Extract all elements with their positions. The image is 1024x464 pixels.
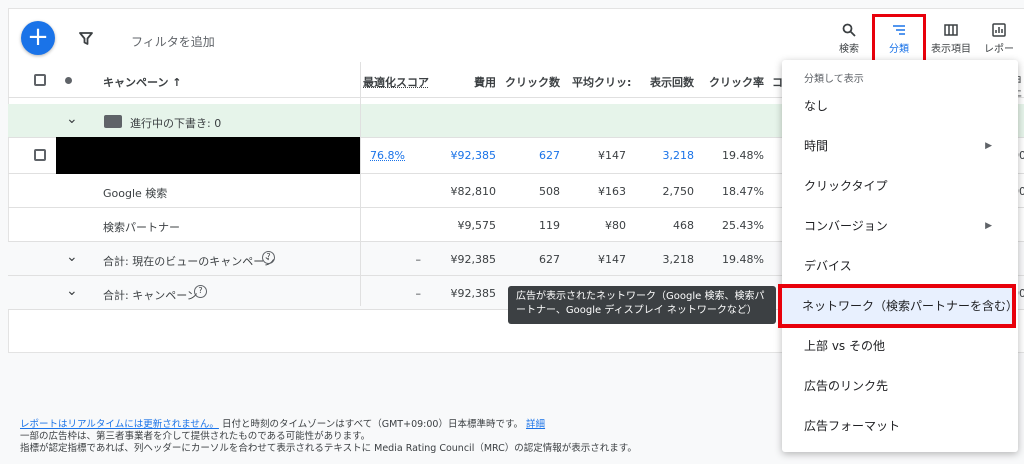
clicks-value: 119 (539, 219, 560, 232)
search-button-label: 検索 (839, 44, 859, 55)
total-label: 合計: 現在のビューのキャンペーン (103, 255, 275, 268)
add-filter-field[interactable]: フィルタを追加 (131, 33, 215, 50)
menu-item-device[interactable]: デバイス (782, 246, 1018, 286)
menu-item-label: 上部 vs その他 (804, 339, 885, 353)
segment-button[interactable]: 分類 (872, 14, 926, 68)
menu-item-time[interactable]: 時間 ▶ (782, 126, 1018, 166)
menu-item-conversion[interactable]: コンバージョン ▶ (782, 206, 1018, 246)
menu-item-label: 広告フォーマット (804, 419, 901, 433)
header-opt-score[interactable]: 最適化スコア (363, 74, 429, 90)
header-ctr[interactable]: クリック率 (702, 74, 764, 90)
draft-label: 進行中の下書き: 0 (130, 117, 222, 130)
menu-item-label: ネットワーク（検索パートナーを含む） (802, 299, 1019, 313)
footer-line-3: 指標が認定指標であれば、列ヘッダーにカーソルを合わせて表示されるテキストに Me… (20, 443, 637, 454)
filter-icon[interactable] (79, 31, 93, 50)
header-impressions[interactable]: 表示回数 (638, 74, 694, 90)
menu-item-label: 広告のリンク先 (804, 379, 889, 393)
cost-value: ¥92,385 (450, 287, 497, 300)
opt-score-value: – (415, 253, 422, 266)
row-checkbox[interactable] (34, 149, 46, 161)
header-cost[interactable]: 費用 (448, 74, 496, 90)
opt-score-value[interactable]: 76.8% (363, 149, 405, 162)
select-all-checkbox[interactable] (34, 74, 46, 86)
clicks-value: 508 (539, 185, 560, 198)
network-name: Google 検索 (103, 187, 168, 200)
menu-title: 分類して表示 (804, 74, 864, 85)
cost-value: ¥82,810 (450, 185, 497, 198)
menu-item-network[interactable]: ネットワーク（検索パートナーを含む） (778, 284, 1018, 328)
footer-line-2: 一部の広告枠は、第三者事業者を介して提供されたものである可能性があります。 (20, 431, 371, 442)
menu-item-click-type[interactable]: クリックタイプ (782, 166, 1018, 206)
menu-item-label: 時間 (804, 139, 829, 153)
clicks-value: 627 (539, 253, 560, 266)
submenu-arrow-icon: ▶ (985, 221, 992, 231)
opt-score-value: – (415, 287, 422, 300)
details-link[interactable]: 詳細 (526, 419, 545, 430)
columns-button[interactable]: 表示項目 (927, 17, 975, 65)
status-dot-icon (65, 77, 72, 84)
reports-button[interactable]: レポー (975, 17, 1023, 65)
help-icon[interactable]: ? (194, 285, 207, 298)
network-name: 検索パートナー (103, 221, 180, 234)
menu-item-top-vs-other[interactable]: 上部 vs その他 (782, 326, 1018, 366)
columns-icon (944, 24, 958, 36)
help-icon[interactable]: ? (262, 251, 275, 264)
column-divider (360, 62, 361, 306)
header-campaign[interactable]: キャンペーン ↑ (103, 74, 182, 90)
table-toolbar: + フィルタを追加 検索 分類 表示項目 レポー (9, 9, 1024, 68)
add-button[interactable]: + (21, 21, 55, 55)
chevron-down-icon[interactable]: ⌄ (66, 249, 78, 265)
total-label: 合計: キャンペーン (103, 289, 198, 302)
header-avg-cpc[interactable]: 平均クリッ: (572, 74, 631, 90)
reports-icon (992, 23, 1006, 37)
realtime-report-link[interactable]: レポートはリアルタイムには更新されません。 (20, 419, 219, 430)
cost-value[interactable]: ¥92,385 (448, 149, 497, 162)
redacted-campaign-name (56, 137, 360, 174)
avg-cpc-value: ¥147 (598, 253, 626, 266)
impressions-value: 2,750 (662, 185, 695, 198)
search-icon (842, 23, 856, 37)
submenu-arrow-icon: ▶ (985, 141, 992, 151)
ctr-value: 19.48% (722, 149, 764, 162)
menu-item-label: コンバージョン (804, 219, 888, 233)
tooltip-line-2: ートナー、Google ディスプレイ ネットワークなど） (516, 305, 757, 316)
network-tooltip: 広告が表示されたネットワーク（Google 検索、検索パ ートナー、Google… (508, 286, 776, 324)
reports-button-label: レポー (984, 44, 1014, 55)
chevron-down-icon[interactable]: ⌄ (66, 283, 78, 299)
tooltip-line-1: 広告が表示されたネットワーク（Google 検索、検索パ (516, 291, 765, 302)
menu-item-label: デバイス (804, 259, 852, 273)
ctr-value: 18.47% (722, 185, 764, 198)
segment-button-label: 分類 (889, 44, 909, 55)
avg-cpc-value: ¥147 (598, 149, 626, 162)
cost-value: ¥9,575 (457, 219, 497, 232)
impressions-value: 3,218 (662, 253, 695, 266)
menu-item-ad-destination[interactable]: 広告のリンク先 (782, 366, 1018, 406)
segment-icon (893, 25, 905, 35)
menu-item-label: なし (804, 99, 829, 113)
cost-value: ¥92,385 (450, 253, 497, 266)
footer-timezone-text: 日付と時刻のタイムゾーンはすべて（GMT+09:00）日本標準時です。 (218, 419, 523, 430)
avg-cpc-value: ¥80 (605, 219, 626, 232)
header-clicks[interactable]: クリック数 (500, 74, 560, 90)
chevron-down-icon[interactable]: ⌄ (66, 111, 78, 127)
search-button[interactable]: 検索 (825, 17, 873, 65)
menu-item-label: クリックタイプ (804, 179, 888, 193)
ctr-value: 25.43% (722, 219, 764, 232)
clicks-value[interactable]: 627 (500, 149, 560, 162)
impressions-value: 468 (673, 219, 694, 232)
impressions-value[interactable]: 3,218 (638, 149, 695, 162)
menu-item-ad-format[interactable]: 広告フォーマット (782, 406, 1018, 446)
footer-notes: レポートはリアルタイムには更新されません。 日付と時刻のタイムゾーンはすべて（G… (20, 419, 637, 455)
avg-cpc-value: ¥163 (598, 185, 626, 198)
columns-button-label: 表示項目 (931, 44, 971, 55)
folder-icon (104, 115, 122, 128)
ctr-value: 19.48% (722, 253, 764, 266)
segment-menu: 分類して表示 なし 時間 ▶ クリックタイプ コンバージョン ▶ デバイス ネットワ… (778, 60, 1018, 452)
menu-item-none[interactable]: なし (782, 86, 1018, 126)
